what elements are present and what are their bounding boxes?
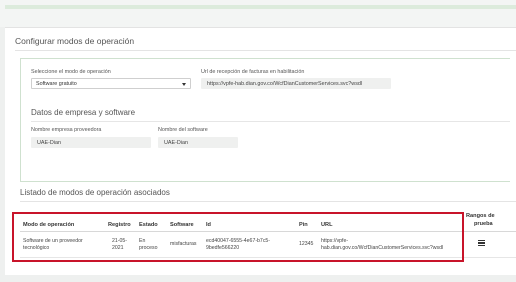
- highlight-box: [12, 212, 464, 262]
- list-icon[interactable]: [478, 240, 485, 246]
- col-header-prueba: prueba: [474, 221, 493, 227]
- chevron-down-icon: [182, 83, 186, 86]
- section-divider: [15, 50, 516, 51]
- list-divider: [20, 201, 516, 202]
- url-field[interactable]: https://vpfe-hab.dian.gov.co/WcfDianCust…: [201, 78, 391, 89]
- provider-field[interactable]: UAE-Dian: [31, 137, 151, 148]
- col-header-rangos: Rangos de: [466, 213, 495, 219]
- list-title: Listado de modos de operación asociados: [20, 188, 170, 197]
- header-bar: [5, 5, 516, 9]
- mode-select-value: Software gratuito: [36, 80, 77, 87]
- url-label: Url de recepción de facturas en habilita…: [201, 69, 305, 75]
- software-name-label: Nombre del software: [158, 127, 208, 133]
- mode-select[interactable]: Software gratuito: [31, 78, 191, 89]
- mode-label: Seleccione el modo de operación: [31, 69, 111, 75]
- section-title: Configurar modos de operación: [15, 36, 135, 46]
- operation-panel: [20, 58, 510, 182]
- software-name-field[interactable]: UAE-Dian: [158, 137, 238, 148]
- provider-label: Nombre empresa proveedora: [31, 127, 102, 133]
- company-section-title: Datos de empresa y software: [31, 108, 136, 117]
- company-divider: [31, 121, 510, 122]
